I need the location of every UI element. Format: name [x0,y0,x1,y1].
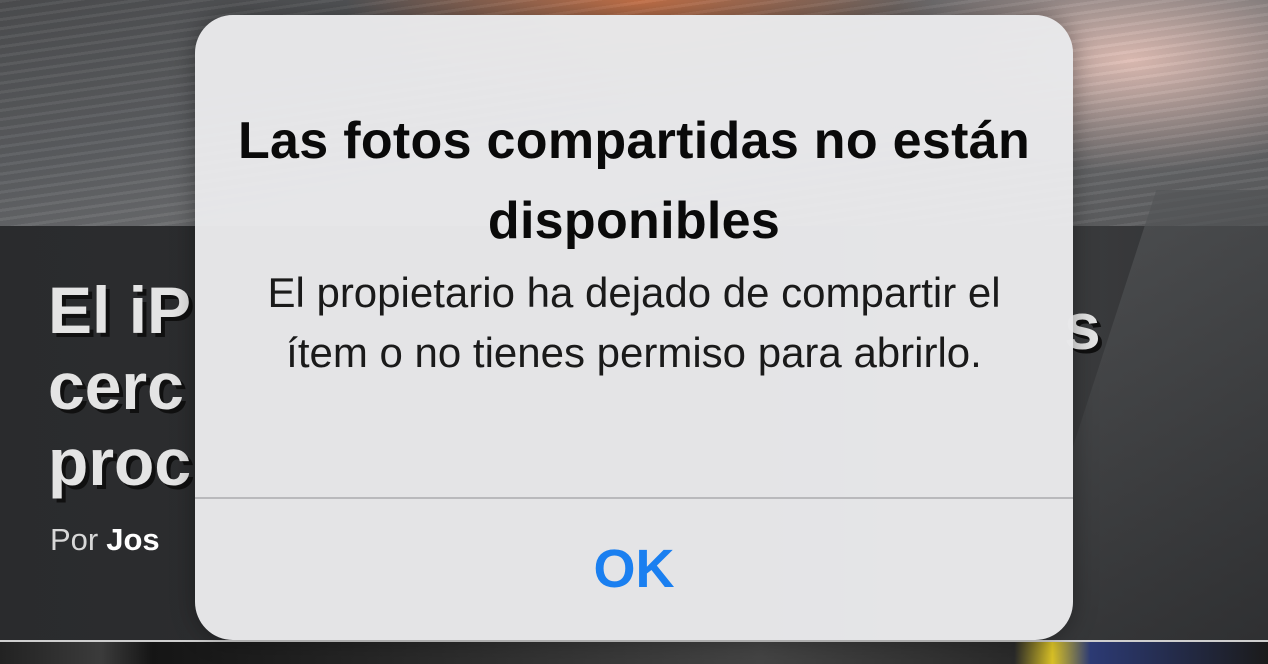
byline-prefix: Por [50,522,99,557]
alert-message: El propietario ha dejado de compartir el… [267,269,1001,376]
bottom-image-strip [0,642,1268,664]
ok-button[interactable]: OK [195,499,1073,640]
byline-author: Jos [106,522,160,557]
article-byline: Por Jos [50,522,160,558]
alert-dialog: Las fotos compartidas no están disponibl… [195,15,1073,640]
alert-title: Las fotos compartidas no están disponibl… [237,112,1031,250]
